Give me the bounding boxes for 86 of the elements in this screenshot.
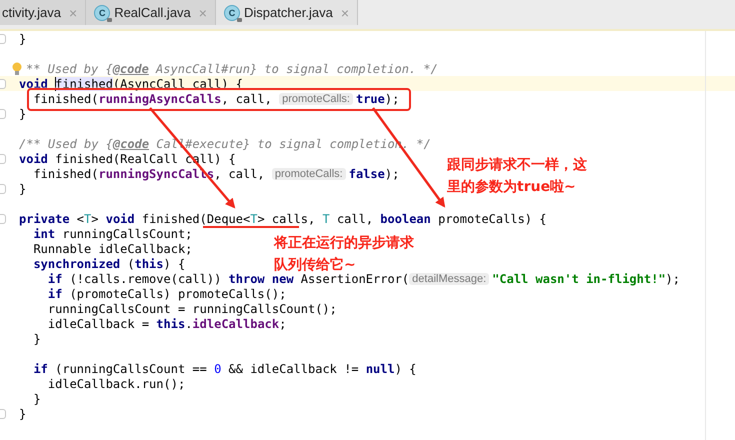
tab-label: RealCall.java (114, 5, 191, 20)
code-text: } (32, 392, 41, 406)
editor-tab[interactable]: C Dispatcher.java × (216, 0, 358, 25)
keyword: this (134, 256, 164, 270)
parameter-hint: detailMessage: (409, 272, 490, 284)
fold-icon[interactable] (0, 408, 6, 418)
code-text: } (19, 182, 26, 196)
code-text: ); (384, 166, 400, 180)
fold-icon[interactable] (0, 108, 6, 118)
number-literal: 0 (214, 362, 222, 376)
code-text: idleCallback = (46, 316, 150, 330)
code-text: } (32, 332, 41, 346)
code-text: , call, (214, 166, 266, 180)
fold-icon[interactable] (0, 34, 6, 44)
code-text: ); (384, 92, 400, 106)
type-parameter: T (322, 212, 330, 226)
field-name: idleCallback (192, 316, 280, 330)
keyword: null (366, 362, 395, 376)
editor-tab[interactable]: C RealCall.java × (86, 0, 216, 25)
code-text: . (185, 316, 192, 330)
keyword: throw new (228, 272, 295, 286)
field-name: runningAsyncCalls (98, 92, 222, 106)
code-text: } (19, 106, 26, 120)
doc-tag: @code (112, 136, 150, 150)
code-text: Runnable idleCallback; (32, 242, 192, 256)
lightbulb-icon[interactable] (12, 62, 22, 76)
tab-label: ctivity.java (2, 5, 61, 20)
keyword: if (46, 286, 64, 300)
code-text: } (19, 32, 26, 46)
code-text: ) { (394, 362, 416, 376)
code-text: AssertionError( (300, 272, 410, 286)
code-text: runningCallsCount; (62, 226, 192, 240)
type-parameter: T (250, 212, 258, 226)
class-file-icon: C (94, 4, 110, 20)
code-text: > calls, (257, 212, 316, 226)
code-text: finished(Deque< (142, 212, 250, 226)
code-text: promoteCalls) { (438, 212, 546, 226)
code-text: (runningCallsCount == (55, 362, 208, 376)
keyword: void (19, 152, 49, 166)
code-text: (!calls.remove(call)) (70, 272, 222, 286)
keyword: synchronized (32, 256, 122, 270)
text-caret (55, 76, 56, 90)
parameter-hint: promoteCalls: (272, 168, 346, 180)
parameter-hint: promoteCalls: (279, 92, 353, 104)
comment-text: /** Used by { (19, 136, 113, 150)
code-text: ) { (164, 256, 186, 270)
string-literal: "Call wasn't in-flight!" (492, 272, 666, 286)
code-text: runningCallsCount = runningCallsCount(); (46, 302, 337, 316)
keyword: boolean (380, 212, 432, 226)
keyword: void (19, 76, 49, 90)
code-text: > (91, 212, 100, 226)
code-text: idleCallback.run(); (46, 376, 186, 390)
comment-text: AsyncCall#run} to signal completion. */ (154, 62, 438, 76)
annotation-text: 将正在运行的异步请求 (274, 234, 414, 253)
keyword: this (156, 316, 186, 330)
code-text: } (19, 406, 26, 420)
doc-tag: @code (112, 62, 149, 76)
code-text: call, (336, 212, 374, 226)
class-file-icon: C (224, 4, 240, 20)
code-text: ; (279, 316, 286, 330)
code-text: , call, (221, 92, 273, 106)
keyword: void (106, 212, 136, 226)
code-text: && idleCallback != (228, 362, 360, 376)
keyword: private (19, 212, 71, 226)
annotation-text: 里的参数为true啦~ (447, 178, 577, 197)
annotation-text: 跟同步请求不一样，这 (447, 156, 587, 175)
keyword: if (32, 362, 49, 376)
code-text: < (76, 212, 84, 226)
code-text: ( (127, 256, 135, 270)
type-parameter: T (84, 212, 92, 226)
keyword: true (356, 92, 385, 106)
code-text: finished( (32, 166, 98, 180)
code-text: (promoteCalls) promoteCalls(); (70, 286, 286, 300)
fold-icon[interactable] (0, 78, 6, 88)
annotation-text: 队列传给它~ (274, 256, 357, 274)
comment-text: ** Used by { (26, 62, 113, 76)
keyword: if (46, 272, 64, 286)
keyword: int (32, 226, 56, 240)
tab-label: Dispatcher.java (244, 5, 333, 20)
code-text: finished( (32, 92, 98, 106)
code-text: ); (666, 272, 680, 286)
fold-icon[interactable] (0, 154, 6, 164)
editor-tab[interactable]: ctivity.java × (0, 0, 86, 25)
keyword: false (348, 166, 385, 180)
fold-icon[interactable] (0, 184, 6, 194)
fold-icon[interactable] (0, 214, 6, 224)
